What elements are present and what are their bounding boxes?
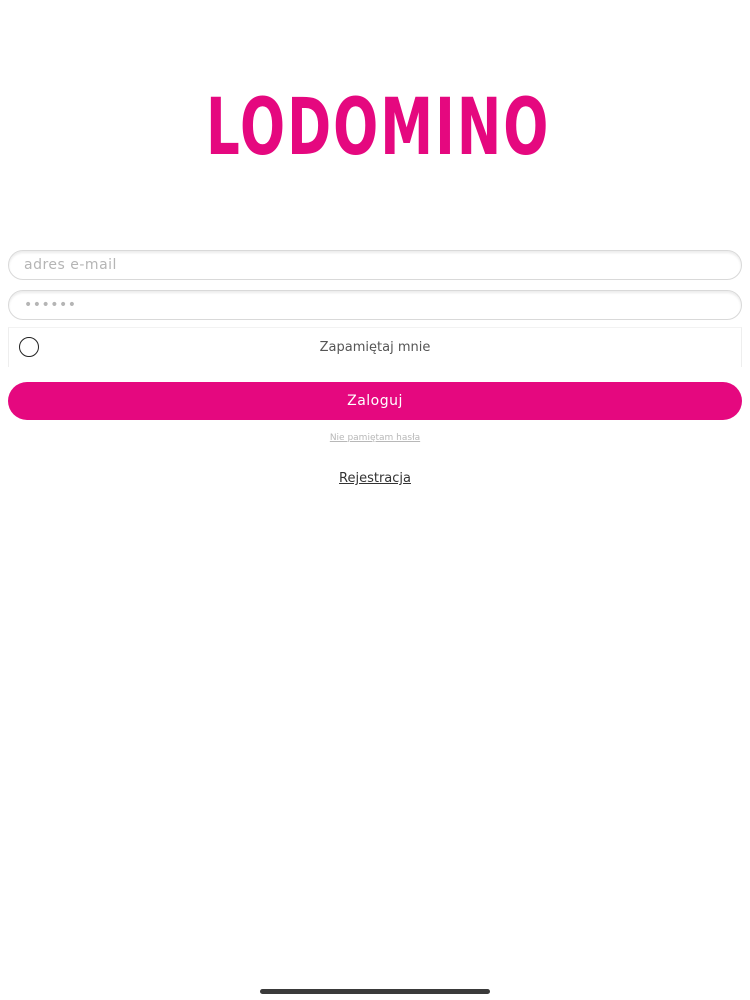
forgot-password-link[interactable]: Nie pamiętam hasła xyxy=(0,433,750,443)
remember-me-row[interactable]: Zapamiętaj mnie xyxy=(8,327,742,367)
brand-name: LODOMINO xyxy=(206,83,551,173)
login-button[interactable]: Zaloguj xyxy=(8,382,742,420)
login-screen: LODOMINO Zapamiętaj mnie Zaloguj Nie pam… xyxy=(0,0,750,1000)
email-field[interactable] xyxy=(8,250,742,280)
register-link[interactable]: Rejestracja xyxy=(0,471,750,486)
home-indicator[interactable] xyxy=(260,989,490,994)
password-field[interactable] xyxy=(8,290,742,320)
brand-logo: LODOMINO xyxy=(186,78,566,178)
remember-me-label: Zapamiętaj mnie xyxy=(319,340,431,355)
